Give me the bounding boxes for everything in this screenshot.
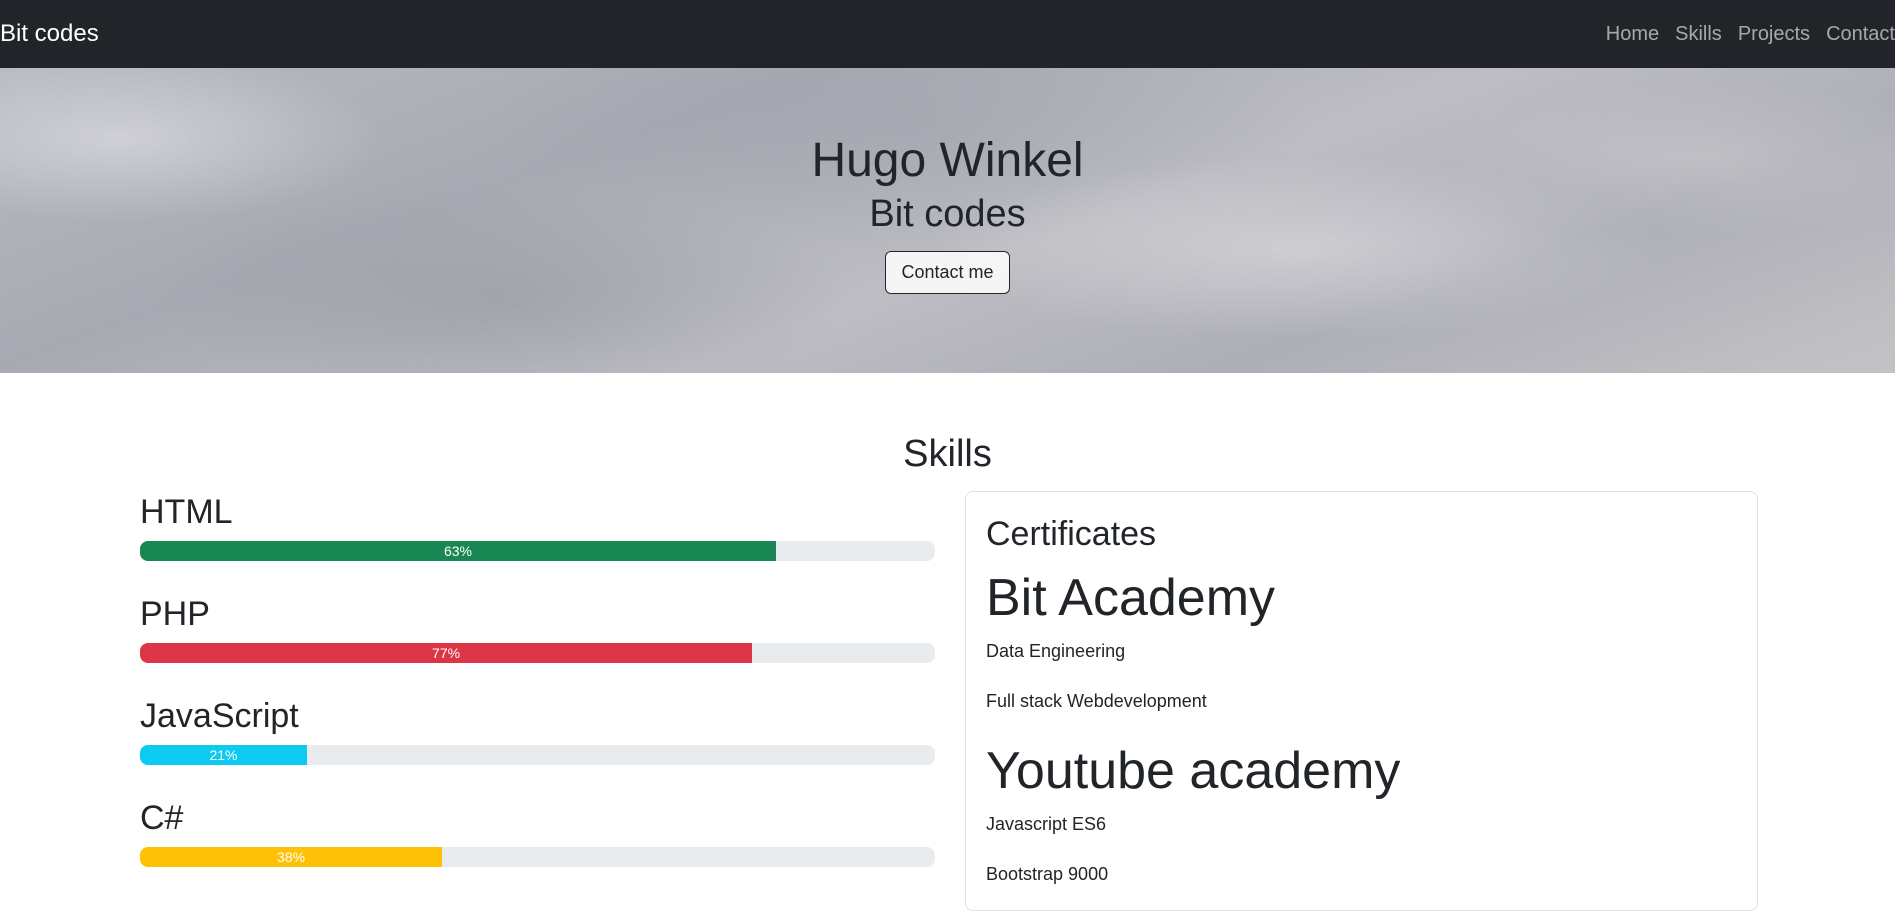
nav-link-contact[interactable]: Contact xyxy=(1818,23,1895,46)
certificates-title: Certificates xyxy=(986,515,1157,553)
hero-subtitle: Bit codes xyxy=(869,192,1026,235)
certificate-item: Full stack Webdevelopment xyxy=(986,691,1207,712)
skill-progress: 77% xyxy=(140,642,935,663)
skill-item-html: HTML 63% xyxy=(140,492,935,594)
certificate-group-title: Youtube academy xyxy=(986,741,1401,800)
hero-banner: Hugo Winkel Bit codes Contact me xyxy=(0,68,1895,373)
skill-progress-bar: 63% xyxy=(140,540,776,561)
skills-title: Skills xyxy=(903,433,992,475)
skill-name: JavaScript xyxy=(140,697,299,735)
navbar-brand[interactable]: Bit codes xyxy=(0,20,99,48)
nav-link-skills[interactable]: Skills xyxy=(1667,23,1730,46)
hero-content: Hugo Winkel Bit codes Contact me xyxy=(0,132,1895,295)
skill-progress: 21% xyxy=(140,744,935,765)
skill-progress-bar: 21% xyxy=(140,744,307,765)
skills-list: HTML 63% PHP 77% JavaScript 21% C# 38% xyxy=(140,492,935,900)
skill-item-javascript: JavaScript 21% xyxy=(140,696,935,798)
certificates-card: Certificates Bit Academy Data Engineerin… xyxy=(965,491,1758,911)
skill-progress: 38% xyxy=(140,846,935,867)
skill-name: HTML xyxy=(140,493,233,531)
contact-me-button[interactable]: Contact me xyxy=(885,251,1010,295)
skill-progress: 63% xyxy=(140,540,935,561)
certificate-item: Javascript ES6 xyxy=(986,813,1107,834)
hero-name: Hugo Winkel xyxy=(811,134,1084,187)
skill-name: C# xyxy=(140,799,184,837)
skill-item-csharp: C# 38% xyxy=(140,798,935,900)
certificate-item: Bootstrap 9000 xyxy=(986,864,1109,885)
certificate-item: Data Engineering xyxy=(986,641,1126,662)
certificate-group-title: Bit Academy xyxy=(986,568,1276,627)
skill-name: PHP xyxy=(140,595,210,633)
nav-link-home[interactable]: Home xyxy=(1598,23,1667,46)
nav-links: Home Skills Projects Contact xyxy=(1598,23,1895,46)
nav-link-projects[interactable]: Projects xyxy=(1730,23,1818,46)
skill-item-php: PHP 77% xyxy=(140,594,935,696)
skill-progress-bar: 77% xyxy=(140,642,753,663)
navbar: Bit codes Home Skills Projects Contact xyxy=(0,0,1895,68)
skill-progress-bar: 38% xyxy=(140,846,443,867)
